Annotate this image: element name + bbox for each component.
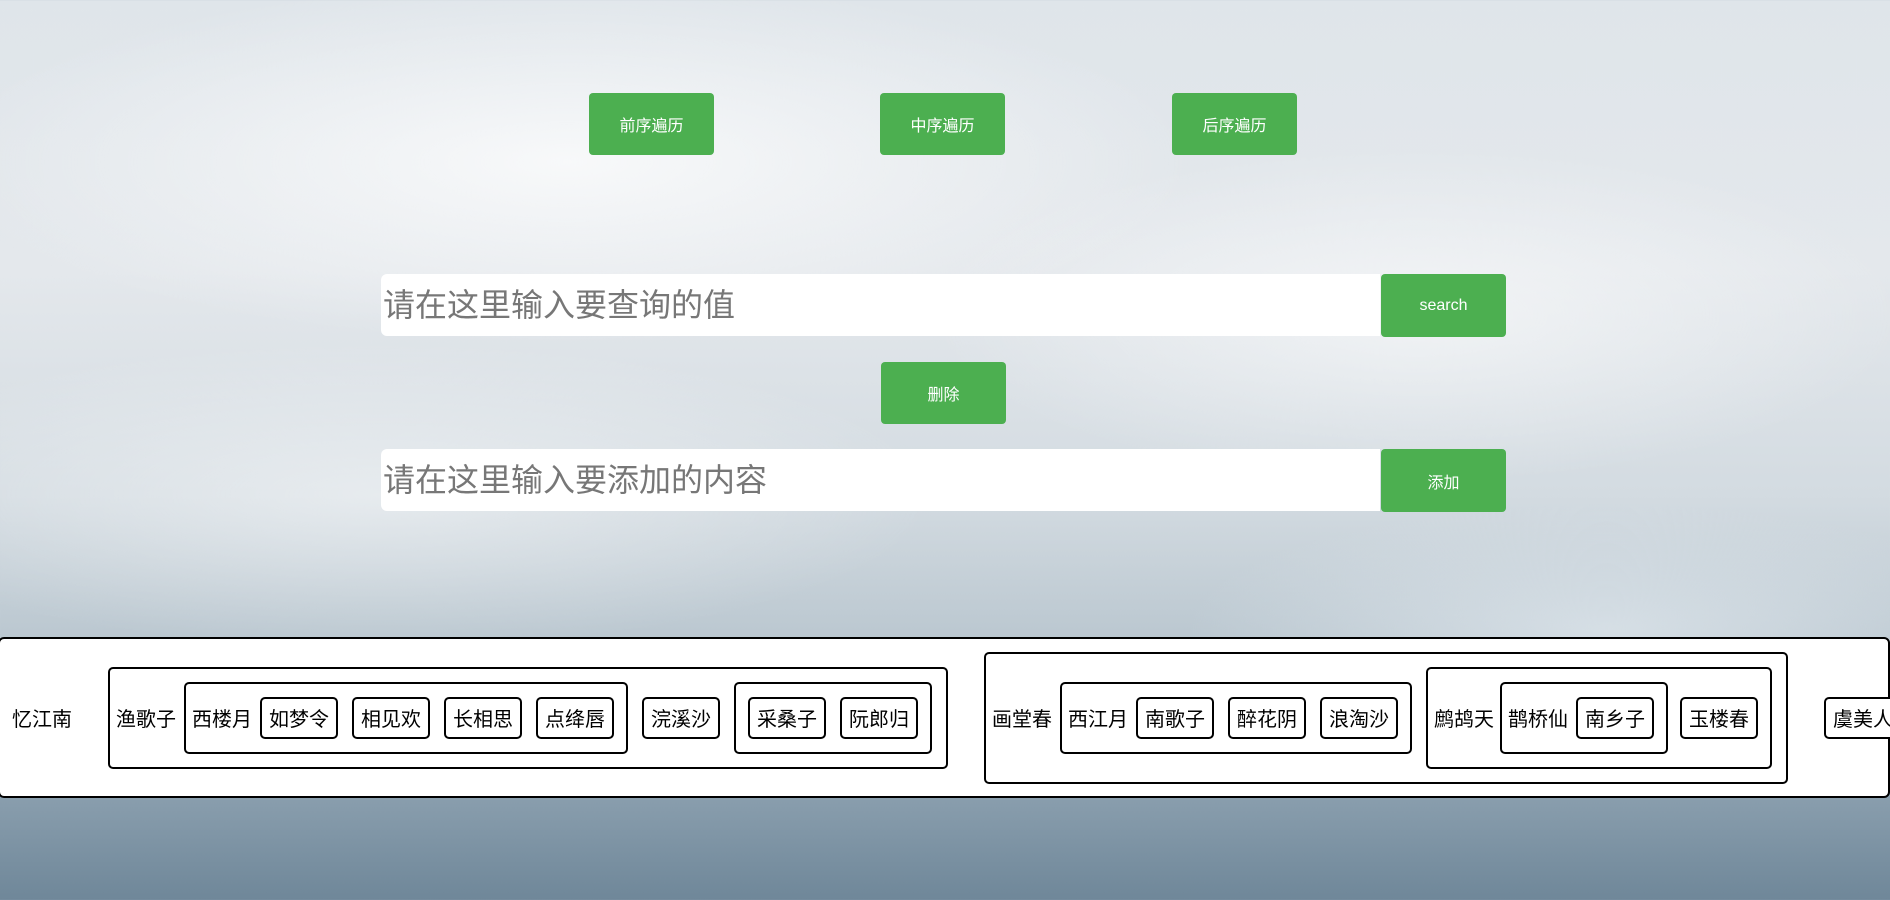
tree-leaf-node: 虞美人	[1824, 696, 1890, 739]
tree-node-label: 渔歌子	[116, 707, 176, 731]
tree-leaf-node: 浪淘沙	[1320, 696, 1398, 739]
add-input[interactable]	[381, 449, 1380, 511]
tree-node-label: 鹧鸪天	[1434, 707, 1494, 731]
search-button[interactable]: search	[1381, 274, 1506, 337]
tree-leaf-node: 点绛唇	[536, 696, 614, 739]
tree-node: 鹊桥仙 南乡子	[1500, 681, 1668, 754]
tree-root-node: 忆江南 渔歌子 西楼月 如梦令 相见欢 长相思 点绛唇 浣溪沙 采桑子 阮郎归 …	[0, 637, 1890, 798]
delete-button[interactable]: 删除	[881, 362, 1006, 424]
tree-leaf-node: 南乡子	[1576, 696, 1654, 739]
tree-leaf-node: 南歌子	[1136, 696, 1214, 739]
tree-node-label: 西楼月	[192, 707, 252, 731]
preorder-traversal-button[interactable]: 前序遍历	[589, 93, 714, 155]
tree-node-label: 忆江南	[12, 707, 72, 731]
tree-node: 西江月 南歌子 醉花阴 浪淘沙	[1060, 681, 1412, 754]
tree-node: 渔歌子 西楼月 如梦令 相见欢 长相思 点绛唇 浣溪沙 采桑子 阮郎归	[108, 666, 948, 769]
tree-leaf-node: 如梦令	[260, 696, 338, 739]
add-button[interactable]: 添加	[1381, 449, 1506, 512]
tree-leaf-node: 采桑子	[748, 696, 826, 739]
tree-leaf-node: 相见欢	[352, 696, 430, 739]
tree-leaf-node: 玉楼春	[1680, 696, 1758, 739]
postorder-traversal-button[interactable]: 后序遍历	[1172, 93, 1297, 155]
tree-node: 西楼月 如梦令 相见欢 长相思 点绛唇	[184, 681, 628, 754]
tree-node-label: 鹊桥仙	[1508, 707, 1568, 731]
tree-node-label: 西江月	[1068, 707, 1128, 731]
inorder-traversal-button[interactable]: 中序遍历	[880, 93, 1005, 155]
tree-leaf-node: 阮郎归	[840, 696, 918, 739]
search-input[interactable]	[381, 274, 1380, 336]
tree-leaf-node: 长相思	[444, 696, 522, 739]
tree-node: 鹧鸪天 鹊桥仙 南乡子 玉楼春	[1426, 666, 1772, 769]
tree-node: 画堂春 西江月 南歌子 醉花阴 浪淘沙 鹧鸪天 鹊桥仙 南乡子 玉楼春	[984, 651, 1788, 784]
tree-node-label: 画堂春	[992, 707, 1052, 731]
tree-node: 采桑子 阮郎归	[734, 681, 932, 754]
tree-leaf-node: 醉花阴	[1228, 696, 1306, 739]
tree-leaf-node: 浣溪沙	[642, 696, 720, 739]
